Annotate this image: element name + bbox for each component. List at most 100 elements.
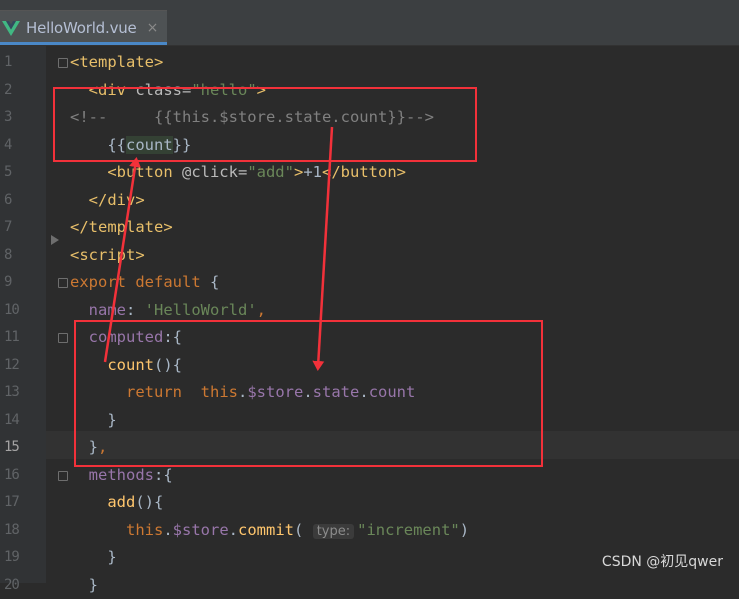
- code-token: (: [294, 521, 313, 539]
- code-token: [70, 466, 89, 484]
- line-number-label: 18: [4, 522, 18, 538]
- code-token: [70, 493, 107, 511]
- code-token: @click=: [182, 163, 247, 181]
- line-number: 3: [0, 104, 46, 132]
- tab-helloworld-vue[interactable]: HelloWorld.vue ×: [0, 10, 167, 45]
- code-token: [70, 301, 89, 319]
- vue-icon: [2, 20, 20, 36]
- line-number: 17: [0, 489, 46, 517]
- line-number-label: 16: [4, 467, 18, 483]
- code-token: >: [294, 163, 303, 181]
- code-token: <template>: [70, 53, 163, 71]
- code-token: this: [126, 521, 163, 539]
- code-token: [70, 163, 107, 181]
- watermark: CSDN @初见qwer: [602, 551, 723, 571]
- code-line[interactable]: add(){: [70, 489, 163, 517]
- line-number: 13: [0, 379, 46, 407]
- code-token: [70, 191, 89, 209]
- line-number: 12: [0, 352, 46, 380]
- line-number: 20: [0, 572, 46, 599]
- line-number-label: 17: [4, 494, 18, 510]
- line-number: 6: [0, 187, 46, 215]
- code-token: <button: [107, 163, 182, 181]
- line-number-label: 6: [4, 192, 18, 208]
- annotation-box-computed: [74, 320, 543, 467]
- line-number: 4: [0, 132, 46, 160]
- code-token: </button>: [322, 163, 406, 181]
- code-token: :: [126, 301, 145, 319]
- code-token: </div>: [89, 191, 145, 209]
- active-tab-indicator: [0, 42, 167, 45]
- code-line[interactable]: }: [70, 572, 98, 599]
- line-number-label: 8: [4, 247, 18, 263]
- line-number-label: 15: [4, 439, 18, 455]
- code-token: ,: [257, 301, 266, 319]
- line-number-gutter: 1234567891011121314151617181920: [0, 46, 46, 583]
- code-line[interactable]: }: [70, 544, 117, 572]
- fold-toggle-icon[interactable]: [58, 333, 68, 343]
- code-token: export default: [70, 273, 210, 291]
- line-number: 8: [0, 242, 46, 270]
- code-line[interactable]: </template>: [70, 214, 173, 242]
- code-token: :{: [154, 466, 173, 484]
- line-number: 9: [0, 269, 46, 297]
- line-number: 7: [0, 214, 46, 242]
- line-number-label: 1: [4, 54, 18, 70]
- line-number-label: 20: [4, 577, 18, 593]
- code-line[interactable]: <button @click="add">+1</button>: [70, 159, 406, 187]
- line-number-label: 2: [4, 82, 18, 98]
- code-token: [70, 521, 126, 539]
- line-number: 11: [0, 324, 46, 352]
- line-number: 16: [0, 462, 46, 490]
- close-icon[interactable]: ×: [147, 20, 159, 36]
- code-token: }: [70, 576, 98, 594]
- code-token: commit: [238, 521, 294, 539]
- fold-toggle-icon[interactable]: [58, 278, 68, 288]
- code-token: </template>: [70, 218, 173, 236]
- code-token: .: [163, 521, 172, 539]
- line-number-label: 13: [4, 384, 18, 400]
- annotation-box-template: [53, 87, 477, 162]
- code-token: "add": [247, 163, 294, 181]
- parameter-hint: type:: [313, 524, 354, 539]
- line-number-label: 11: [4, 329, 18, 345]
- code-line[interactable]: this.$store.commit( type:"increment"): [70, 517, 469, 545]
- code-token: <script>: [70, 246, 145, 264]
- fold-toggle-icon[interactable]: [58, 58, 68, 68]
- line-number-label: 4: [4, 137, 18, 153]
- line-number: 19: [0, 544, 46, 572]
- line-number: 18: [0, 517, 46, 545]
- fold-toggle-icon[interactable]: [58, 471, 68, 481]
- code-token: methods: [89, 466, 154, 484]
- code-token: +1: [303, 163, 322, 181]
- line-number: 1: [0, 49, 46, 77]
- tab-title: HelloWorld.vue: [26, 19, 137, 37]
- code-token: (){: [135, 493, 163, 511]
- code-line[interactable]: </div>: [70, 187, 145, 215]
- line-number-label: 19: [4, 549, 18, 565]
- code-token: $store: [173, 521, 229, 539]
- line-number: 10: [0, 297, 46, 325]
- line-number: 2: [0, 77, 46, 105]
- line-number-label: 5: [4, 164, 18, 180]
- code-token: "increment": [357, 521, 460, 539]
- code-token: add: [107, 493, 135, 511]
- line-number-label: 14: [4, 412, 18, 428]
- code-token: }: [70, 548, 117, 566]
- code-line[interactable]: export default {: [70, 269, 219, 297]
- code-token: 'HelloWorld': [145, 301, 257, 319]
- code-token: .: [229, 521, 238, 539]
- line-number-label: 10: [4, 302, 18, 318]
- line-number-label: 9: [4, 274, 18, 290]
- code-line[interactable]: <template>: [70, 49, 163, 77]
- code-token: {: [210, 273, 219, 291]
- line-number-label: 12: [4, 357, 18, 373]
- editor-tab-bar: HelloWorld.vue ×: [0, 0, 739, 46]
- code-token: name: [89, 301, 126, 319]
- line-number-label: 3: [4, 109, 18, 125]
- code-token: ): [460, 521, 469, 539]
- line-number-label: 7: [4, 219, 18, 235]
- line-number: 15: [0, 434, 46, 462]
- line-number: 14: [0, 407, 46, 435]
- code-line[interactable]: <script>: [70, 242, 145, 270]
